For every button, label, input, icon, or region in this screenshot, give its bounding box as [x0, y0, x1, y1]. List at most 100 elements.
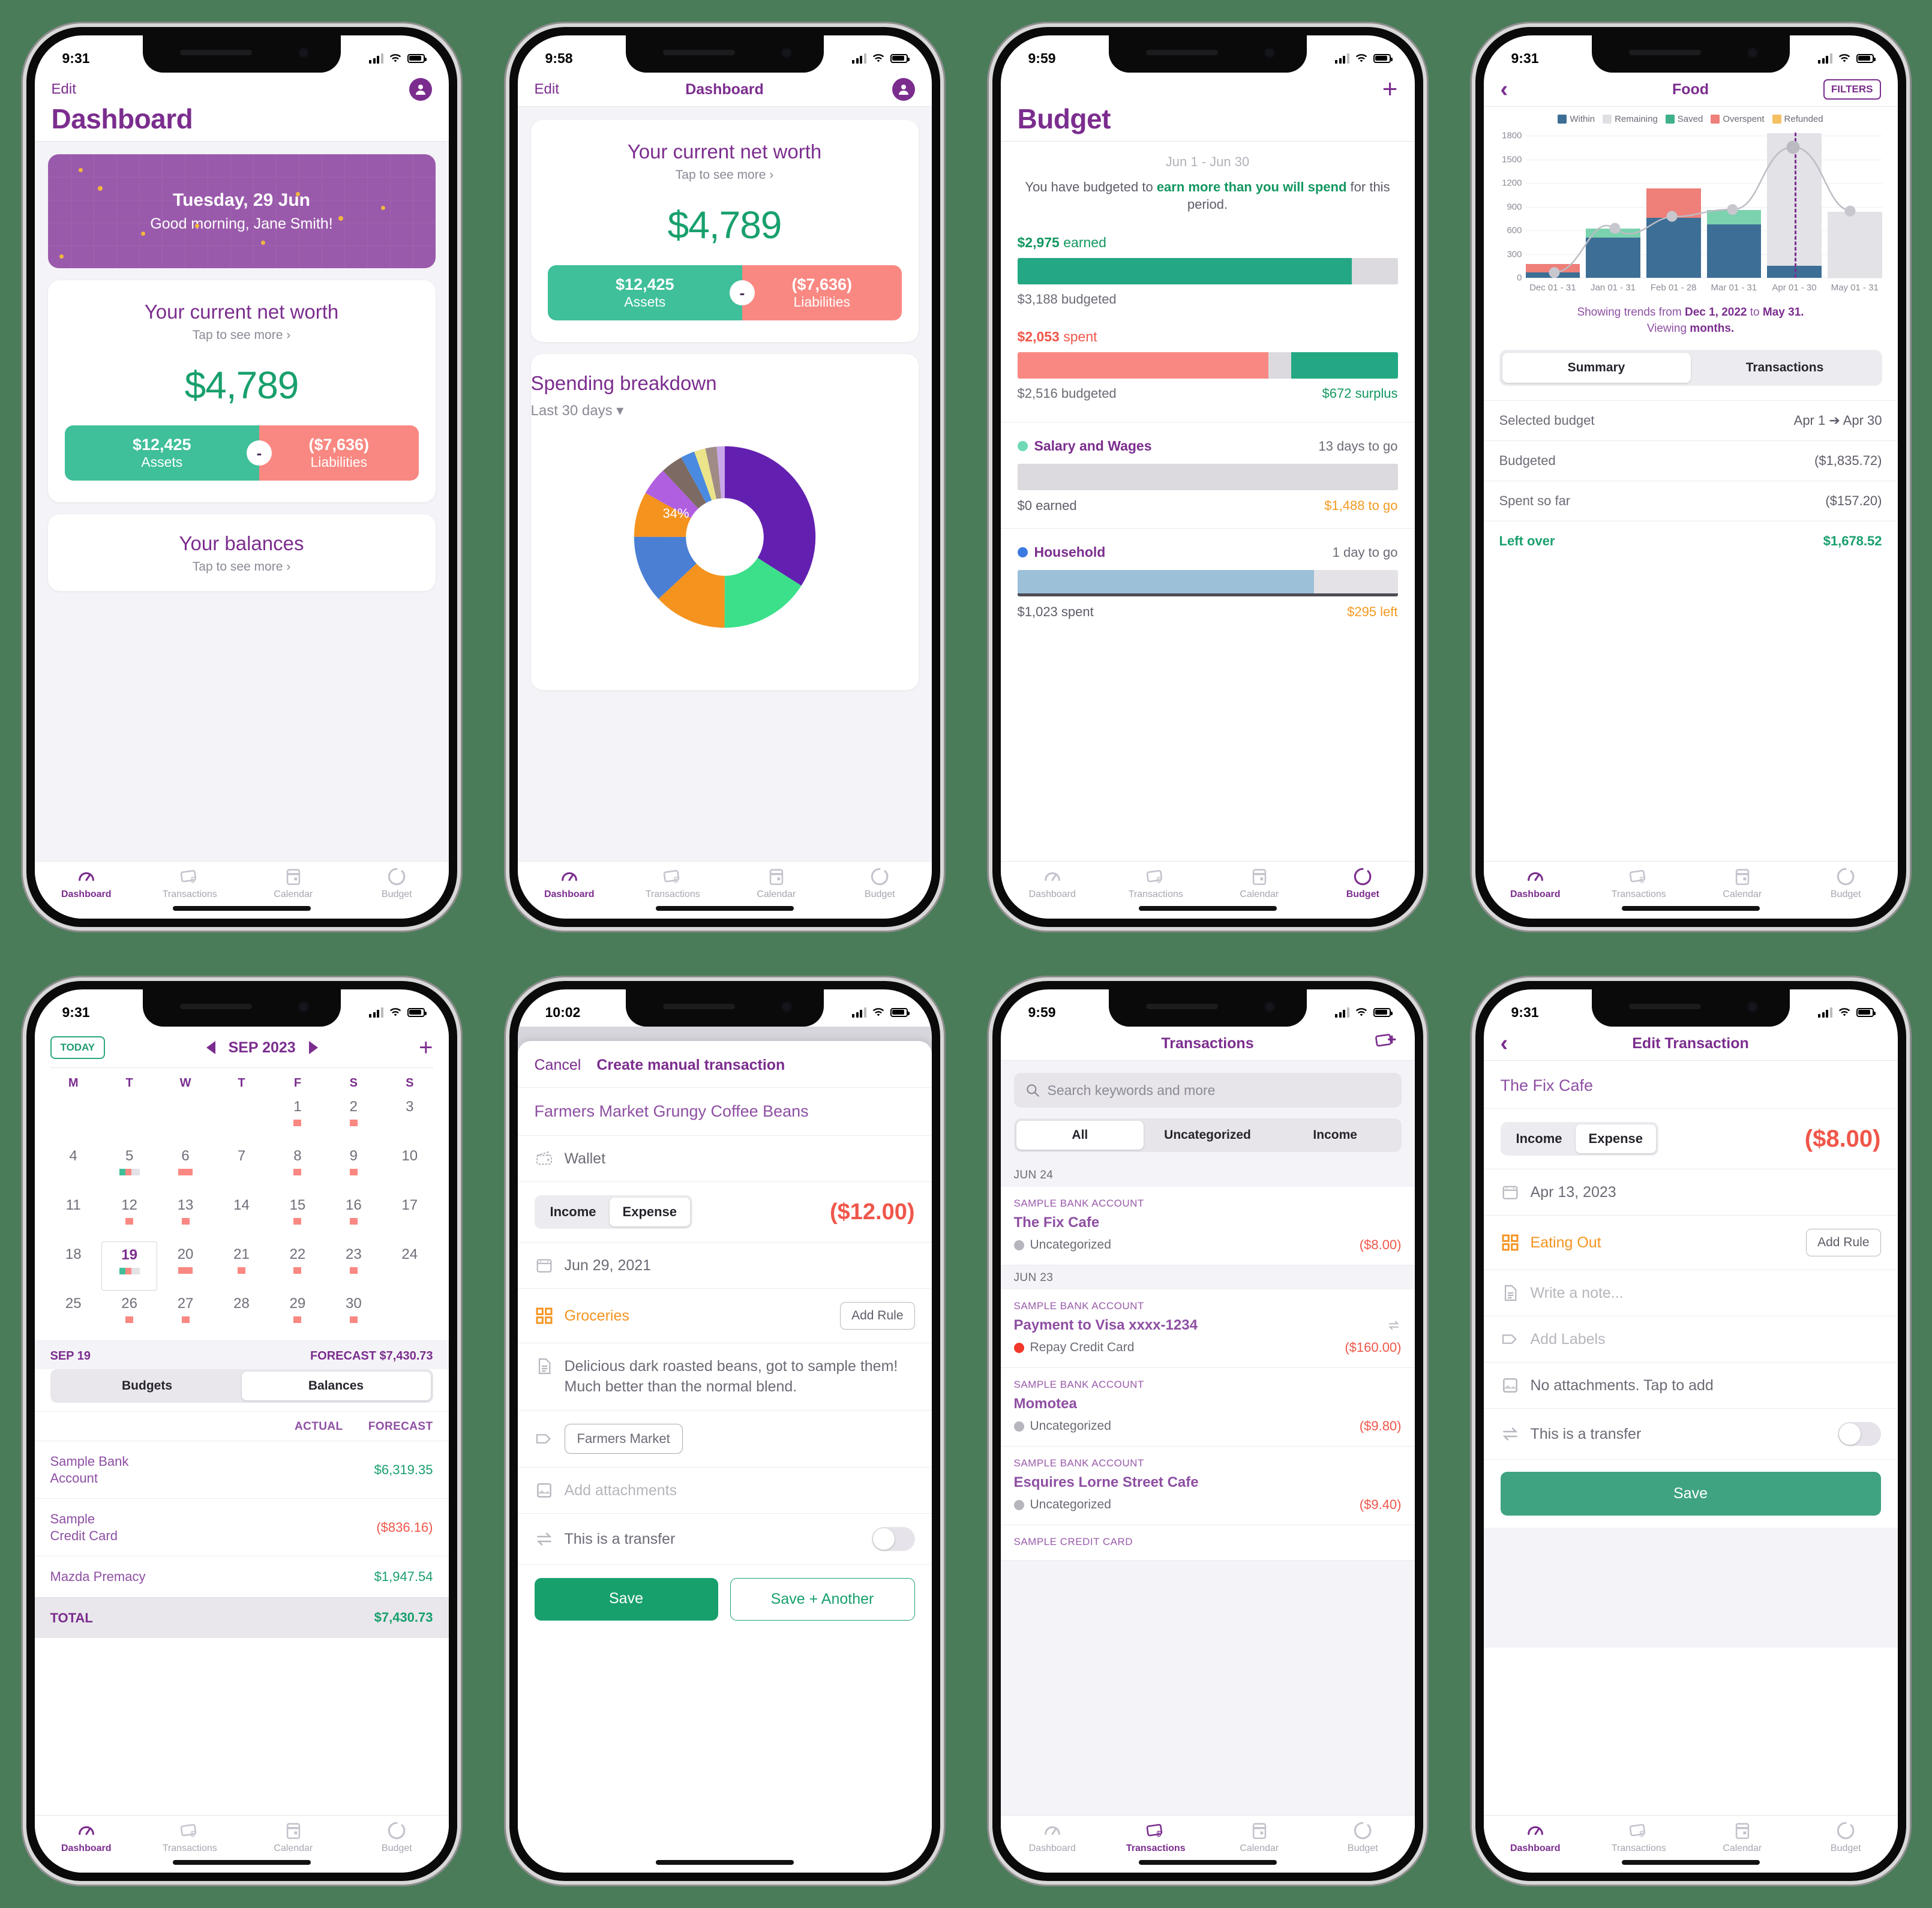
merchant-field[interactable]: Farmers Market Grungy Coffee Beans — [517, 1088, 932, 1136]
note-row[interactable]: Write a note... — [1483, 1270, 1898, 1316]
add-budget-button[interactable]: + — [1382, 76, 1398, 103]
avatar[interactable] — [892, 78, 915, 101]
budget-category-row[interactable]: Salary and Wages 13 days to go $0 earned… — [1000, 422, 1415, 528]
expense-option[interactable]: Expense — [609, 1198, 691, 1226]
add-rule-button[interactable]: Add Rule — [840, 1302, 915, 1330]
today-button[interactable]: TODAY — [50, 1036, 106, 1059]
segment-budgets[interactable]: Budgets — [53, 1372, 242, 1400]
food-scroll[interactable]: Within Remaining Saved Overspent Refunde… — [1483, 107, 1898, 861]
filter-income[interactable]: Income — [1271, 1121, 1399, 1150]
table-row[interactable]: Sample Bank Account $6,319.35 — [34, 1441, 449, 1498]
transaction-row[interactable]: SAMPLE BANK ACCOUNT The Fix Cafe Uncateg… — [1000, 1187, 1415, 1265]
amount-value[interactable]: ($12.00) — [830, 1199, 915, 1225]
tab-transactions[interactable]: $ Transactions — [1587, 862, 1691, 904]
tab-transactions[interactable]: $ Transactions — [138, 1816, 242, 1858]
spending-range-select[interactable]: Last 30 days ▾ — [531, 402, 919, 419]
tab-budget[interactable]: Budget — [1311, 862, 1415, 904]
date-row[interactable]: Apr 13, 2023 — [1483, 1169, 1898, 1216]
transaction-row[interactable]: SAMPLE CREDIT CARD — [1000, 1525, 1415, 1561]
tab-calendar[interactable]: Calendar — [242, 1816, 346, 1858]
transfer-toggle[interactable] — [871, 1527, 915, 1551]
dashboard-scroll[interactable]: Tuesday, 29 Jun Good morning, Jane Smith… — [34, 141, 449, 861]
transaction-row[interactable]: SAMPLE BANK ACCOUNT Momotea Uncategorize… — [1000, 1368, 1415, 1447]
transfer-row[interactable]: This is a transfer — [517, 1514, 932, 1565]
transaction-row[interactable]: SAMPLE BANK ACCOUNT Payment to Visa xxxx… — [1000, 1289, 1415, 1368]
category-row[interactable]: Eating Out Add Rule — [1483, 1216, 1898, 1270]
merchant-field[interactable]: The Fix Cafe — [1483, 1061, 1898, 1109]
account-row[interactable]: Wallet — [517, 1136, 932, 1182]
note-row[interactable]: Delicious dark roasted beans, got to sam… — [517, 1343, 932, 1411]
search-input[interactable]: Search keywords and more — [1013, 1073, 1402, 1108]
tab-budget[interactable]: Budget — [1794, 862, 1898, 904]
label-chip[interactable]: Farmers Market — [564, 1424, 683, 1454]
category-row[interactable]: Groceries Add Rule — [517, 1289, 932, 1343]
income-expense-toggle[interactable]: Income Expense — [534, 1195, 693, 1229]
tab-dashboard[interactable]: Dashboard — [1001, 862, 1105, 904]
add-button[interactable]: + — [419, 1036, 433, 1060]
transaction-filters[interactable]: All Uncategorized Income — [1013, 1118, 1402, 1152]
transaction-row[interactable]: SAMPLE BANK ACCOUNT Esquires Lorne Stree… — [1000, 1447, 1415, 1525]
tab-budget[interactable]: Budget — [1794, 1816, 1898, 1858]
tab-dashboard[interactable]: Dashboard — [1001, 1816, 1105, 1858]
tab-calendar[interactable]: Calendar — [1691, 1816, 1795, 1858]
transfer-toggle[interactable] — [1837, 1422, 1881, 1446]
tab-calendar[interactable]: Calendar — [1208, 862, 1312, 904]
tab-budget[interactable]: Budget — [1311, 1816, 1415, 1858]
table-row[interactable]: Mazda Premacy $1,947.54 — [34, 1556, 449, 1597]
back-button[interactable]: ‹ — [1501, 1031, 1508, 1057]
budget-scroll[interactable]: Jun 1 - Jun 30 You have budgeted to earn… — [1000, 141, 1415, 861]
balances-card[interactable]: Your balances Tap to see more › — [47, 514, 436, 591]
income-option[interactable]: Income — [537, 1198, 610, 1226]
tab-calendar[interactable]: Calendar — [725, 862, 829, 904]
add-rule-button[interactable]: Add Rule — [1806, 1229, 1881, 1256]
edit-button[interactable]: Edit — [52, 81, 76, 98]
calendar-body[interactable]: TODAY SEP 2023 + M T W T F S S 1 2 3 4 5… — [34, 1027, 449, 1815]
tab-budget[interactable]: Budget — [345, 862, 449, 904]
tab-transactions[interactable]: $ Transactions — [621, 862, 725, 904]
income-expense-toggle[interactable]: Income Expense — [1500, 1122, 1659, 1156]
tab-transactions[interactable]: $ Transactions — [1587, 1816, 1691, 1858]
net-worth-card[interactable]: Your current net worth Tap to see more ›… — [530, 120, 919, 342]
prev-month-button[interactable] — [206, 1041, 215, 1054]
tab-budget[interactable]: Budget — [345, 1816, 449, 1858]
tab-transactions[interactable]: $ Transactions — [138, 862, 242, 904]
table-row[interactable]: Sample Credit Card ($836.16) — [34, 1498, 449, 1556]
transactions-scroll[interactable]: Search keywords and more All Uncategoriz… — [1000, 1061, 1415, 1815]
save-button[interactable]: Save — [1500, 1472, 1881, 1516]
income-option[interactable]: Income — [1503, 1124, 1576, 1153]
tab-dashboard[interactable]: Dashboard — [1484, 1816, 1588, 1858]
filters-button[interactable]: FILTERS — [1823, 79, 1881, 100]
edit-button[interactable]: Edit — [535, 81, 559, 98]
tab-budget[interactable]: Budget — [828, 862, 932, 904]
filter-uncategorized[interactable]: Uncategorized — [1144, 1121, 1271, 1150]
summary-transactions-toggle[interactable]: Summary Transactions — [1499, 350, 1882, 386]
calendar-day-selected[interactable]: 19 — [101, 1241, 158, 1291]
avatar[interactable] — [409, 78, 432, 101]
tab-dashboard[interactable]: Dashboard — [518, 862, 622, 904]
save-button[interactable]: Save — [534, 1578, 718, 1621]
dashboard-scroll-2[interactable]: Your current net worth Tap to see more ›… — [517, 107, 932, 861]
segment-balances[interactable]: Balances — [241, 1372, 431, 1400]
save-another-button[interactable]: Save + Another — [730, 1578, 915, 1621]
transfer-row[interactable]: This is a transfer — [1483, 1409, 1898, 1460]
calendar-grid[interactable]: 1 2 3 4 5 6 7 8 9 10 11 12 13 14 15 16 1… — [35, 1094, 449, 1340]
tab-dashboard[interactable]: Dashboard — [35, 862, 139, 904]
labels-row[interactable]: Farmers Market — [517, 1411, 932, 1468]
tab-transactions[interactable]: $ Transactions — [1104, 862, 1208, 904]
attachments-row[interactable]: Add attachments — [517, 1468, 932, 1514]
tab-calendar[interactable]: Calendar — [242, 862, 346, 904]
date-row[interactable]: Jun 29, 2021 — [517, 1243, 932, 1289]
budgets-balances-toggle[interactable]: Budgets Balances — [50, 1369, 433, 1403]
filter-all[interactable]: All — [1016, 1121, 1144, 1150]
amount-value[interactable]: ($8.00) — [1805, 1126, 1881, 1153]
tab-calendar[interactable]: Calendar — [1691, 862, 1795, 904]
edit-transaction-body[interactable]: The Fix Cafe Income Expense ($8.00) Apr … — [1483, 1061, 1898, 1815]
cancel-button[interactable]: Cancel — [535, 1057, 581, 1074]
tab-transactions[interactable]: $ Transactions — [1104, 1816, 1208, 1858]
tab-dashboard[interactable]: Dashboard — [1484, 862, 1588, 904]
add-transaction-icon[interactable] — [1375, 1031, 1398, 1056]
segment-transactions[interactable]: Transactions — [1691, 353, 1879, 383]
labels-row[interactable]: Add Labels — [1483, 1316, 1898, 1363]
next-month-button[interactable] — [308, 1041, 318, 1054]
spending-breakdown-card[interactable]: Spending breakdown Last 30 days ▾ 34% 13… — [530, 354, 919, 690]
